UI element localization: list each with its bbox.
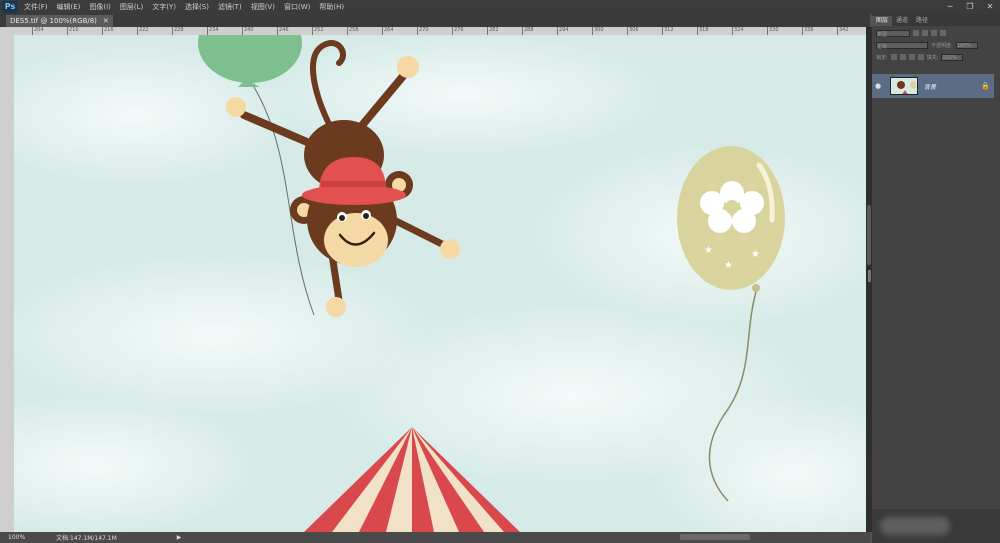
ruler-tick: 300	[592, 27, 604, 35]
lock-all-icon[interactable]	[917, 54, 924, 60]
ruler-tick: 246	[277, 27, 289, 35]
layer-filter-select[interactable]: 类型	[876, 29, 910, 38]
filter-shape-icon[interactable]	[940, 30, 946, 36]
menu-layer[interactable]: 图层(L)	[120, 2, 143, 12]
tab-layers[interactable]: 图层	[872, 16, 893, 26]
menu-edit[interactable]: 编辑(E)	[57, 2, 81, 12]
ruler-tick: 258	[347, 27, 359, 35]
tab-paths[interactable]: 路径	[912, 16, 932, 26]
ruler-tick: 318	[697, 27, 709, 35]
window-controls: ─ ❐ ✕	[944, 1, 996, 12]
photoshop-logo-icon: Ps	[2, 1, 18, 13]
document-tab-bar: DES5.tif @ 100%(RGB/8) ✕	[0, 14, 870, 27]
layer-name[interactable]: 背景	[924, 82, 936, 91]
fill-label: 填充:	[926, 54, 939, 61]
visibility-eye-icon[interactable]: ●	[872, 82, 884, 90]
horizontal-scroll-thumb[interactable]	[680, 534, 750, 540]
menu-window[interactable]: 窗口(W)	[284, 2, 310, 12]
ruler-tick: 210	[67, 27, 79, 35]
lock-brush-icon[interactable]	[899, 54, 906, 60]
ruler-tick: 216	[102, 27, 114, 35]
close-button[interactable]: ✕	[984, 1, 996, 12]
filter-type-icon[interactable]	[931, 30, 937, 36]
status-bar: 100% 文档:147.1M/147.1M ▶	[0, 532, 870, 543]
opacity-input[interactable]: 100%	[955, 41, 978, 49]
zoom-level[interactable]: 100%	[8, 534, 38, 541]
layer-filter-row: 类型	[876, 28, 996, 38]
menu-items: 文件(F) 编辑(E) 图像(I) 图层(L) 文字(Y) 选择(S) 滤镜(T…	[24, 2, 353, 12]
menu-help[interactable]: 帮助(H)	[319, 2, 344, 12]
panel-footer	[872, 509, 1000, 543]
ruler-top[interactable]: 204 210 216 222 228 234 240 246 252 258 …	[14, 27, 866, 35]
vertical-scroll-thumb[interactable]	[867, 205, 871, 265]
opacity-label: 不透明度:	[931, 42, 953, 49]
ruler-tick: 252	[312, 27, 324, 35]
layers-panel: 图层 通道 路径 类型 正常 不透明度: 100% 锁定: 填充: 100% ●	[872, 14, 1000, 543]
document-tab[interactable]: DES5.tif @ 100%(RGB/8) ✕	[6, 15, 113, 27]
lock-label: 锁定:	[876, 54, 888, 61]
blend-mode-select[interactable]: 正常	[876, 41, 928, 50]
panel-tabs: 图层 通道 路径	[872, 14, 1000, 26]
ruler-tick: 264	[382, 27, 394, 35]
fill-input[interactable]: 100%	[941, 53, 964, 61]
menu-bar: Ps 文件(F) 编辑(E) 图像(I) 图层(L) 文字(Y) 选择(S) 滤…	[0, 0, 1000, 14]
menu-type[interactable]: 文字(Y)	[152, 2, 176, 12]
ruler-tick: 288	[522, 27, 534, 35]
menu-image[interactable]: 图像(I)	[89, 2, 111, 12]
ruler-tick: 342	[837, 27, 849, 35]
svg-text:★: ★	[724, 260, 733, 271]
document-canvas[interactable]: ★ ★ ★	[14, 35, 866, 532]
menu-file[interactable]: 文件(F)	[24, 2, 48, 12]
filter-adjust-icon[interactable]	[922, 30, 928, 36]
ruler-tick: 204	[32, 27, 44, 35]
ruler-tick: 270	[417, 27, 429, 35]
ruler-tick: 240	[242, 27, 254, 35]
menu-select[interactable]: 选择(S)	[185, 2, 209, 12]
layer-row-background[interactable]: ● 背景 🔒	[872, 74, 994, 98]
tab-close-icon[interactable]: ✕	[103, 15, 109, 27]
layer-thumbnail	[890, 77, 918, 95]
artwork: ★ ★ ★	[14, 35, 866, 532]
document-size: 文档:147.1M/147.1M	[56, 535, 117, 542]
blurred-watermark	[880, 517, 950, 535]
svg-text:★: ★	[704, 245, 713, 256]
ruler-tick: 294	[557, 27, 569, 35]
blend-row: 正常 不透明度: 100%	[876, 40, 996, 50]
lock-row: 锁定: 填充: 100%	[876, 52, 996, 62]
ruler-tick: 324	[732, 27, 744, 35]
ruler-tick: 222	[137, 27, 149, 35]
ruler-tick: 330	[767, 27, 779, 35]
menu-filter[interactable]: 滤镜(T)	[218, 2, 242, 12]
ruler-tick: 276	[452, 27, 464, 35]
restore-button[interactable]: ❐	[964, 1, 976, 12]
layer-lock-icon: 🔒	[981, 82, 990, 90]
ruler-tick: 312	[662, 27, 674, 35]
ruler-tick: 336	[802, 27, 814, 35]
ruler-tick: 282	[487, 27, 499, 35]
ruler-tick: 228	[172, 27, 184, 35]
svg-text:★: ★	[751, 249, 760, 260]
lock-move-icon[interactable]	[908, 54, 915, 60]
ruler-tick: 306	[627, 27, 639, 35]
minimize-button[interactable]: ─	[944, 1, 956, 12]
document-tab-title: DES5.tif @ 100%(RGB/8)	[10, 17, 97, 25]
menu-view[interactable]: 视图(V)	[251, 2, 275, 12]
ruler-left[interactable]	[0, 27, 14, 532]
panel-resize-grip[interactable]	[868, 270, 871, 282]
ruler-tick: 234	[207, 27, 219, 35]
status-menu-arrow-icon[interactable]: ▶	[177, 534, 182, 541]
lock-pixels-icon[interactable]	[890, 54, 897, 60]
tab-channels[interactable]: 通道	[892, 16, 912, 26]
filter-pixel-icon[interactable]	[913, 30, 919, 36]
